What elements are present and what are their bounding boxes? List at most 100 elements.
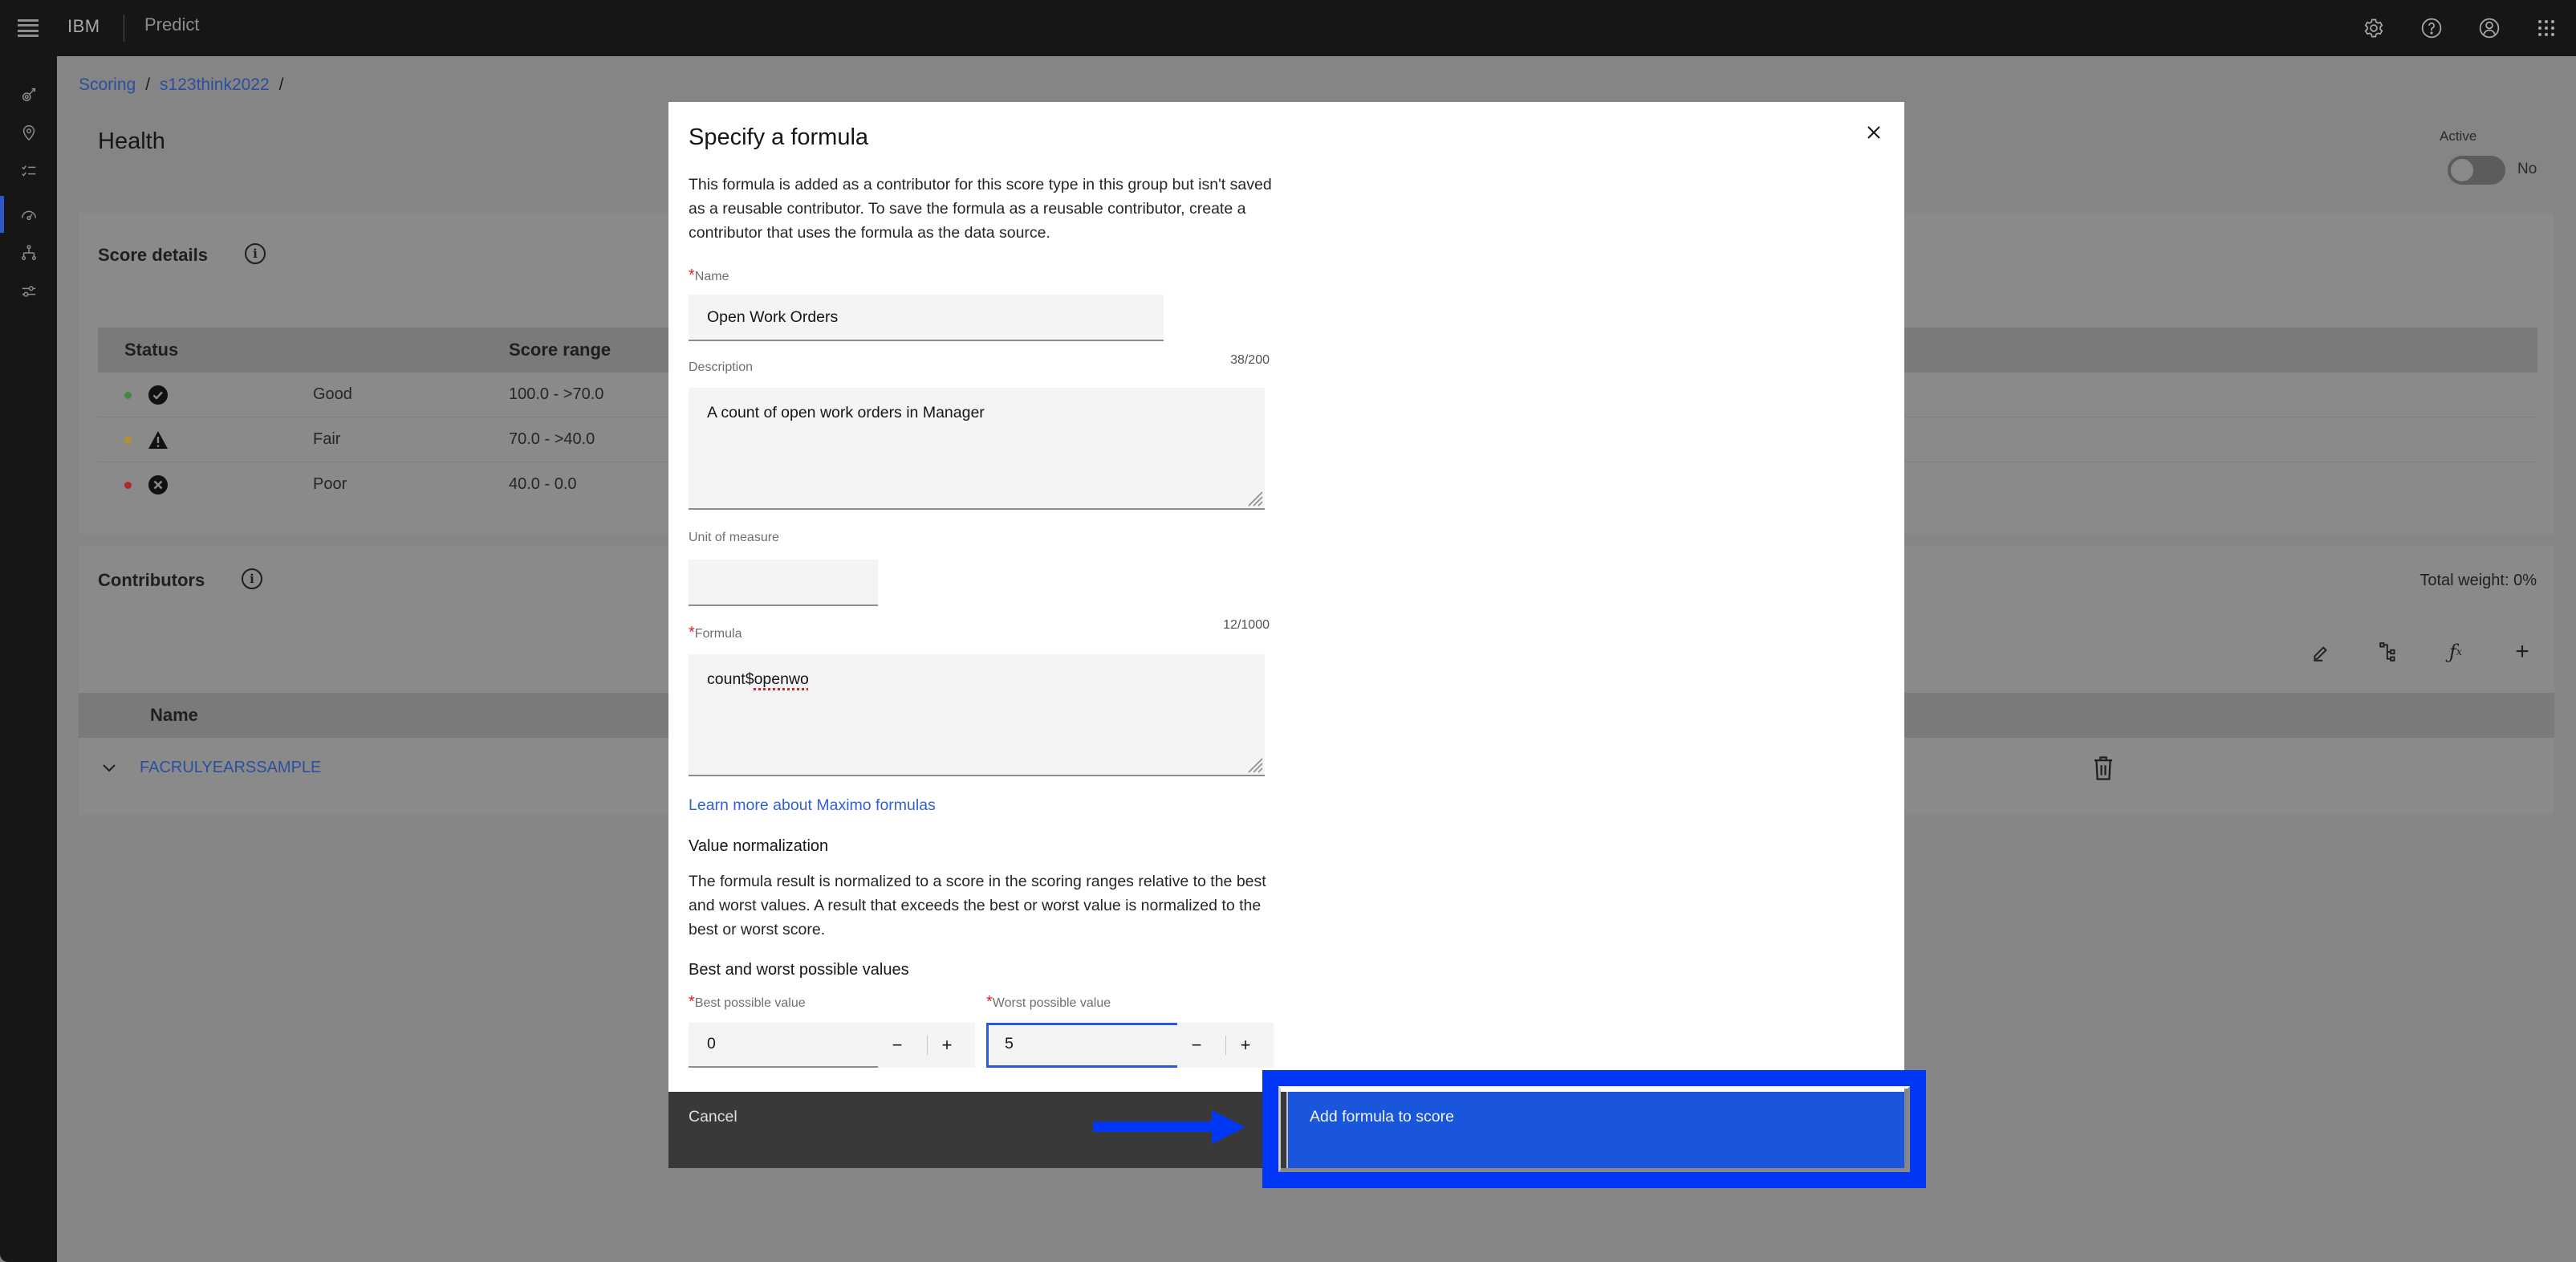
learn-more-link[interactable]: Learn more about Maximo formulas	[689, 796, 936, 815]
checkmark-filled-icon	[148, 385, 168, 405]
warning-triangle-icon	[148, 431, 168, 449]
worst-value-input[interactable]: 5 − +	[986, 1023, 1274, 1068]
score-range: 70.0 - >40.0	[509, 430, 595, 448]
close-icon[interactable]	[1859, 118, 1888, 147]
best-worst-heading: Best and worst possible values	[689, 961, 909, 979]
user-avatar-icon[interactable]	[2475, 14, 2504, 43]
settings-icon[interactable]	[2359, 14, 2388, 43]
resize-handle-icon[interactable]	[1245, 755, 1263, 773]
input-underline	[689, 1066, 878, 1068]
tree-view-icon[interactable]	[2373, 636, 2405, 668]
add-formula-to-score-button[interactable]: Add formula to score	[1286, 1092, 1904, 1168]
side-nav	[0, 56, 57, 1262]
info-icon[interactable]: i	[245, 243, 266, 264]
decrement-button[interactable]: −	[1177, 1023, 1216, 1068]
increment-button[interactable]: +	[928, 1023, 966, 1068]
description-label: Description	[689, 360, 754, 374]
sidebar-item-settings[interactable]	[0, 273, 57, 310]
unit-input[interactable]	[689, 560, 878, 606]
sidebar-item-checklist[interactable]	[0, 153, 57, 189]
app-switcher-icon[interactable]	[2532, 14, 2561, 43]
breadcrumb-separator: /	[145, 75, 151, 94]
breadcrumb-scoring[interactable]: Scoring	[79, 75, 136, 95]
required-asterisk: *	[689, 624, 695, 641]
function-icon[interactable]: ƒx	[2440, 636, 2472, 668]
trash-icon[interactable]	[2091, 755, 2115, 781]
increment-button[interactable]: +	[1226, 1023, 1265, 1068]
cancel-label: Cancel	[689, 1108, 737, 1126]
worst-value-label: *Worst possible value	[986, 993, 1111, 1011]
best-value: 0	[707, 1035, 716, 1052]
error-filled-icon	[148, 475, 168, 495]
formula-value: count$openwo	[707, 670, 809, 688]
status-dot-fair	[124, 437, 132, 444]
required-asterisk: *	[689, 993, 695, 1011]
checklist-icon	[21, 165, 35, 177]
info-icon[interactable]: i	[242, 568, 262, 589]
sidebar-item-locations[interactable]	[0, 114, 57, 151]
edit-icon[interactable]	[2306, 636, 2338, 668]
contributor-name-link[interactable]: FACRULYEARSSAMPLE	[140, 759, 321, 777]
breadcrumb: Scoring / s123think2022 /	[79, 75, 284, 95]
required-asterisk: *	[689, 267, 695, 284]
column-header-status: Status	[124, 340, 179, 360]
normalization-description: The formula result is normalized to a sc…	[689, 873, 1266, 938]
status-label: Poor	[313, 475, 347, 493]
decrement-button[interactable]: −	[878, 1023, 916, 1068]
brand-logo: IBM	[67, 16, 100, 36]
help-icon[interactable]	[2417, 14, 2446, 43]
description-textarea[interactable]: A count of open work orders in Manager	[689, 388, 1265, 510]
active-toggle[interactable]	[2448, 156, 2505, 185]
description-value: A count of open work orders in Manager	[707, 404, 985, 421]
formula-counter: 12/1000	[1223, 618, 1270, 632]
add-icon[interactable]: +	[2506, 636, 2538, 668]
sidebar-item-hierarchy[interactable]	[0, 234, 57, 271]
location-pin-icon	[22, 125, 35, 141]
top-header: IBM Predict	[0, 0, 2576, 56]
menu-icon[interactable]	[18, 19, 39, 37]
product-name: Predict	[144, 14, 200, 35]
cancel-button[interactable]: Cancel	[668, 1092, 1286, 1168]
sidebar-item-scoring[interactable]	[0, 196, 57, 233]
sidebar-item-assets[interactable]	[0, 76, 57, 113]
speedometer-icon	[21, 210, 36, 221]
modal-description: This formula is added as a contributor f…	[689, 176, 1272, 242]
description-counter: 38/200	[1230, 353, 1270, 367]
active-toggle-value: No	[2517, 161, 2537, 177]
best-value-label: *Best possible value	[689, 993, 806, 1011]
formula-textarea[interactable]: count$openwo	[689, 654, 1265, 776]
score-range: 100.0 - >70.0	[509, 385, 604, 403]
chevron-down-icon[interactable]	[96, 755, 122, 781]
modal-title: Specify a formula	[689, 124, 869, 150]
breadcrumb-separator: /	[278, 75, 284, 94]
unit-label: Unit of measure	[689, 531, 779, 544]
total-weight: Total weight: 0%	[2420, 572, 2537, 589]
specify-formula-modal: Specify a formula This formula is added …	[668, 102, 1904, 1168]
formula-label: *Formula	[689, 624, 742, 641]
score-details-title: Score details	[98, 245, 208, 265]
status-label: Fair	[313, 430, 341, 448]
spellcheck-underline: openwo	[754, 670, 809, 688]
status-dot-good	[124, 392, 132, 399]
name-input[interactable]	[689, 295, 1164, 341]
name-label: *Name	[689, 267, 729, 284]
value-normalization-heading: Value normalization	[689, 837, 829, 855]
column-header-score-range: Score range	[509, 340, 611, 360]
toggle-knob	[2451, 159, 2473, 181]
add-formula-label: Add formula to score	[1310, 1108, 1454, 1126]
best-value-input[interactable]: 0 − +	[689, 1023, 975, 1068]
page-title: Health	[98, 128, 165, 154]
gauge-rocket-icon	[22, 88, 35, 102]
sliders-icon	[22, 286, 35, 297]
status-dot-poor	[124, 482, 132, 489]
worst-value: 5	[1005, 1035, 1014, 1052]
modal-footer: Cancel Add formula to score	[668, 1092, 1904, 1168]
breadcrumb-group[interactable]: s123think2022	[160, 75, 270, 95]
score-range: 40.0 - 0.0	[509, 475, 577, 493]
active-toggle-label: Active	[2440, 128, 2477, 144]
focus-ring	[986, 1023, 1177, 1068]
required-asterisk: *	[986, 993, 993, 1011]
resize-handle-icon[interactable]	[1245, 489, 1263, 507]
contributors-title: Contributors	[98, 570, 205, 590]
status-label: Good	[313, 385, 352, 403]
